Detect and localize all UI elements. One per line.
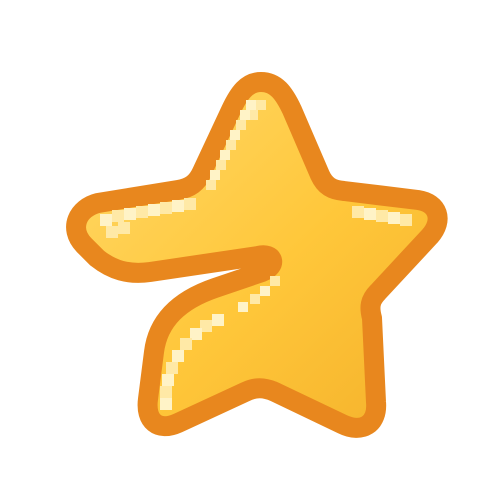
- star-outline: [66, 72, 448, 438]
- star-icon: [66, 72, 448, 438]
- icon-canvas: [0, 0, 500, 500]
